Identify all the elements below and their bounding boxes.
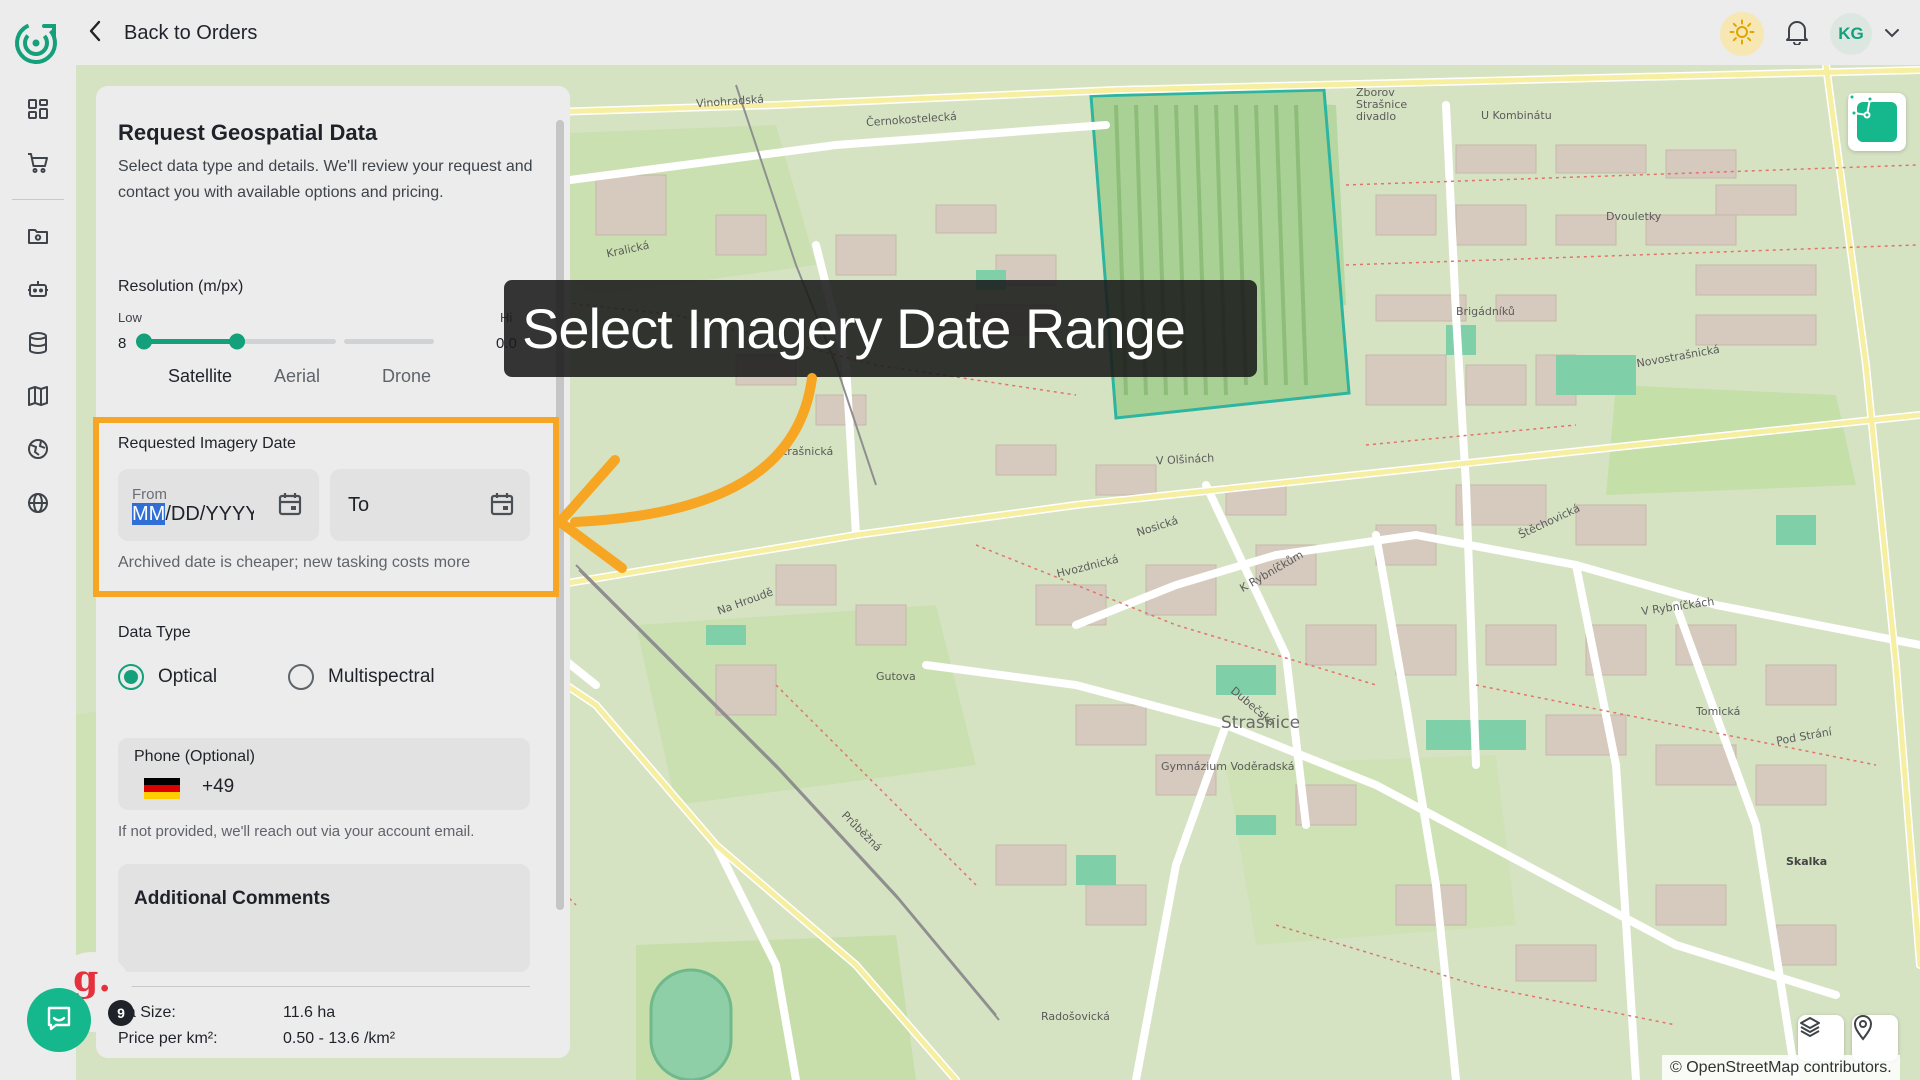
rail-divider — [12, 199, 64, 200]
price-value: 0.50 - 13.6 /km² — [283, 1030, 396, 1047]
polygon-draw-icon — [1848, 93, 1897, 142]
chevron-left-icon — [88, 20, 102, 47]
back-to-orders-button[interactable]: Back to Orders — [88, 18, 257, 48]
chat-button[interactable] — [27, 988, 91, 1052]
resolution-min-value: 8 — [118, 335, 127, 352]
resolution-low-label: Low — [118, 310, 142, 325]
comments-field[interactable]: Additional Comments — [118, 864, 530, 972]
map-icon[interactable] — [22, 380, 54, 412]
map-street-label: Brigádníků — [1456, 305, 1515, 318]
slider-track-drone — [344, 339, 434, 344]
radio-unchecked-icon — [288, 664, 314, 690]
request-panel: Request Geospatial Data Select data type… — [96, 86, 570, 1058]
imagery-date-hint: Archived date is cheaper; new tasking co… — [118, 554, 471, 571]
bell-icon — [1785, 19, 1809, 50]
date-from-selected-segment: MM — [132, 503, 166, 525]
area-size-value: 11.6 ha — [283, 1004, 336, 1021]
globe-grid-icon[interactable] — [22, 433, 54, 465]
slider-max-handle[interactable] — [229, 333, 246, 350]
segment-satellite[interactable]: Satellite — [168, 366, 232, 387]
date-from-value[interactable]: MM/DD/YYYY — [132, 503, 254, 526]
folder-image-icon[interactable] — [22, 220, 54, 252]
map-street-label: Gutova — [876, 670, 916, 683]
radio-optical-label: Optical — [158, 666, 218, 687]
map-street-label: Dvouletky — [1606, 210, 1662, 223]
price-label: Price per km²: — [118, 1030, 218, 1047]
radio-multispectral-label: Multispectral — [328, 666, 435, 687]
left-rail — [0, 65, 76, 1080]
tutorial-callout: Select Imagery Date Range — [504, 280, 1257, 377]
user-menu[interactable]: KG — [1830, 13, 1900, 55]
map-district-label: Strašnice — [1221, 713, 1301, 733]
map-street-label: Radošovická — [1041, 1010, 1110, 1023]
map-street-label: Tomická — [1696, 705, 1741, 718]
summary-divider — [118, 986, 530, 987]
map-street-label: Zborov Strašnice divadlo — [1356, 86, 1408, 123]
slider-track-aerial — [240, 339, 336, 344]
phone-field[interactable]: Phone (Optional) +49 — [118, 738, 530, 810]
map-attribution[interactable]: © OpenStreetMap contributors. — [1662, 1055, 1900, 1080]
radio-multispectral[interactable]: Multispectral — [288, 664, 435, 690]
back-to-orders-label: Back to Orders — [124, 21, 258, 44]
robot-icon[interactable] — [22, 273, 54, 305]
cart-icon[interactable] — [22, 147, 54, 179]
slider-min-handle[interactable] — [136, 333, 152, 350]
top-bar: Back to Orders KG — [0, 0, 1920, 65]
imagery-date-label: Requested Imagery Date — [118, 435, 296, 452]
chevron-down-icon[interactable] — [1884, 25, 1900, 43]
chat-count-badge: 9 — [108, 1000, 134, 1026]
segment-aerial[interactable]: Aerial — [274, 366, 320, 387]
phone-label: Phone (Optional) — [134, 748, 255, 765]
calendar-icon[interactable] — [488, 490, 516, 518]
data-type-label: Data Type — [118, 624, 191, 641]
germany-flag-icon[interactable] — [144, 778, 180, 799]
chat-icon — [44, 1003, 74, 1038]
map-street-label: Skalka — [1786, 855, 1828, 868]
app-logo-icon[interactable] — [14, 20, 60, 66]
phone-country-code[interactable]: +49 — [202, 776, 234, 798]
theme-toggle-button[interactable] — [1720, 12, 1764, 56]
notifications-button[interactable] — [1775, 12, 1819, 56]
globe-icon[interactable] — [22, 487, 54, 519]
map-street-label: U Kombinátu — [1481, 109, 1552, 122]
map-street-label: Gymnázium Voděradská — [1161, 760, 1295, 773]
panel-title: Request Geospatial Data — [118, 120, 378, 145]
calendar-icon[interactable] — [276, 490, 304, 518]
panel-description: Select data type and details. We'll revi… — [118, 158, 533, 201]
segment-drone[interactable]: Drone — [382, 366, 431, 387]
map-street-label: Strašnická — [776, 445, 834, 458]
tutorial-callout-text: Select Imagery Date Range — [522, 297, 1186, 360]
draw-area-button[interactable] — [1848, 93, 1906, 151]
panel-scrollbar[interactable] — [556, 120, 564, 910]
date-to-label: To — [348, 494, 370, 516]
database-icon[interactable] — [22, 327, 54, 359]
slider-fill — [144, 339, 238, 344]
phone-hint: If not provided, we'll reach out via you… — [118, 823, 475, 840]
date-from-label: From — [132, 486, 167, 503]
sun-icon — [1729, 19, 1755, 50]
radio-optical[interactable]: Optical — [118, 664, 217, 690]
date-from-field[interactable]: From MM/DD/YYYY — [118, 469, 319, 541]
radio-checked-icon — [118, 664, 144, 690]
resolution-label: Resolution (m/px) — [118, 278, 244, 295]
avatar[interactable]: KG — [1830, 13, 1872, 55]
resolution-slider[interactable] — [136, 330, 436, 354]
dashboard-icon[interactable] — [22, 93, 54, 125]
date-from-rest: /DD/YYYY — [165, 503, 254, 525]
date-to-field[interactable]: To — [330, 469, 530, 541]
comments-label: Additional Comments — [134, 888, 331, 909]
